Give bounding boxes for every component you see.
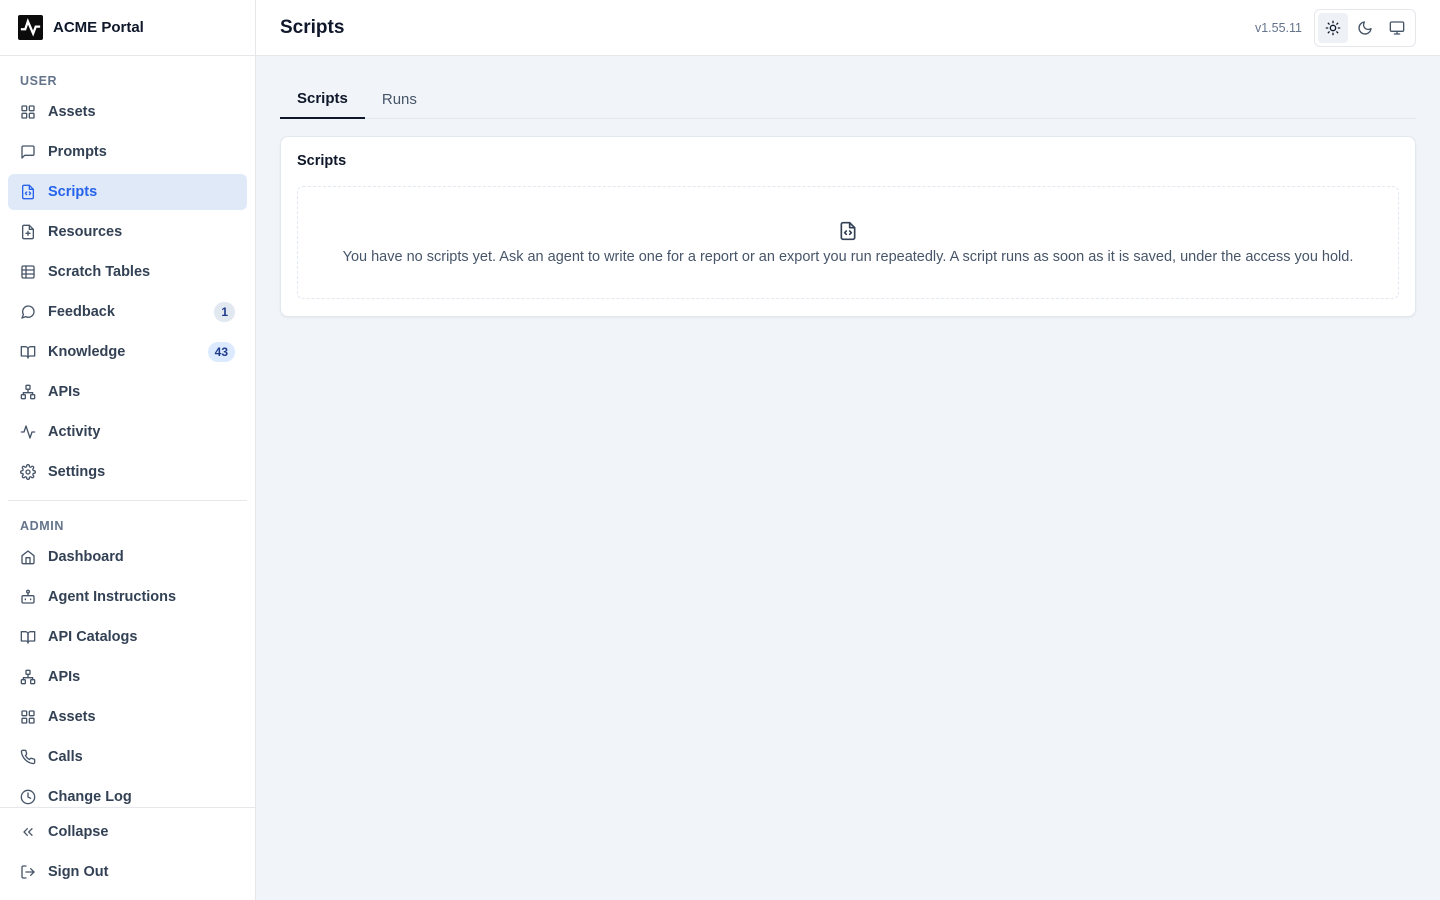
sidebar-item-label: Change Log — [48, 789, 132, 805]
chevrons-left-icon — [20, 824, 36, 840]
home-icon — [20, 549, 36, 565]
collapse-label: Collapse — [48, 824, 109, 840]
bot-icon — [20, 589, 36, 605]
sidebar-item-label: Dashboard — [48, 549, 124, 565]
sign-out-button[interactable]: Sign Out — [8, 854, 247, 890]
activity-icon — [20, 424, 36, 440]
clock-icon — [20, 789, 36, 805]
gear-icon — [20, 464, 36, 480]
version-label: v1.55.11 — [1254, 20, 1302, 35]
main-content: Scripts Runs Scripts You have no scripts… — [256, 56, 1440, 900]
sidebar-item-admin-assets[interactable]: Assets — [8, 699, 247, 735]
sun-icon — [1325, 20, 1341, 36]
card-title: Scripts — [297, 153, 347, 169]
tab-bar: Scripts Runs — [280, 80, 1416, 119]
sidebar-item-label: API Catalogs — [48, 629, 138, 645]
sidebar-nav[interactable]: USER Assets Prompts Scripts Resources Sc… — [0, 56, 255, 807]
topbar-right: v1.55.11 — [1254, 8, 1416, 47]
log-out-icon — [20, 864, 36, 880]
top-bar: Scripts v1.55.11 — [256, 0, 1440, 56]
network-icon — [20, 669, 36, 685]
sidebar-item-activity[interactable]: Activity — [8, 414, 247, 450]
file-code-icon — [838, 221, 858, 241]
sidebar-item-admin-apis[interactable]: APIs — [8, 659, 247, 695]
sidebar-item-calls[interactable]: Calls — [8, 739, 247, 775]
sidebar-item-api-catalogs[interactable]: API Catalogs — [8, 619, 247, 655]
book-open-icon — [20, 629, 36, 645]
sidebar-item-label: Calls — [48, 749, 83, 765]
sidebar: ACME Portal USER Assets Prompts Scripts … — [0, 0, 256, 900]
sidebar-item-label: Activity — [48, 424, 101, 440]
sidebar-item-dashboard[interactable]: Dashboard — [8, 539, 247, 575]
sidebar-item-label: Agent Instructions — [48, 589, 177, 605]
sidebar-item-label: Prompts — [48, 144, 107, 160]
sign-out-label: Sign Out — [48, 864, 109, 880]
sidebar-item-label: Assets — [48, 709, 96, 725]
file-plus-icon — [20, 224, 36, 240]
sidebar-item-label: Assets — [48, 104, 96, 120]
sidebar-item-feedback[interactable]: Feedback 1 — [8, 294, 247, 330]
sidebar-item-agent-instructions[interactable]: Agent Instructions — [8, 579, 247, 615]
sidebar-item-label: Feedback — [48, 304, 115, 320]
section-label-admin: ADMIN — [20, 519, 64, 533]
tab-runs[interactable]: Runs — [365, 80, 434, 118]
sidebar-item-label: Settings — [48, 464, 106, 480]
sidebar-item-resources[interactable]: Resources — [8, 214, 247, 250]
page-title: Scripts — [280, 16, 345, 38]
sidebar-item-scratch-tables[interactable]: Scratch Tables — [8, 254, 247, 290]
file-code-icon — [20, 184, 36, 200]
sidebar-item-label: Knowledge — [48, 344, 126, 360]
theme-switcher — [1314, 8, 1416, 47]
message-square-icon — [20, 144, 36, 160]
sidebar-item-label: Scratch Tables — [48, 264, 151, 280]
knowledge-count-badge: 43 — [207, 342, 235, 362]
network-icon — [20, 384, 36, 400]
tab-scripts[interactable]: Scripts — [280, 80, 365, 119]
sidebar-item-label: APIs — [48, 384, 81, 400]
grid-icon — [20, 709, 36, 725]
sidebar-item-apis[interactable]: APIs — [8, 374, 247, 410]
brand[interactable]: ACME Portal — [0, 0, 255, 56]
scripts-card: Scripts You have no scripts yet. Ask an … — [280, 136, 1416, 317]
dark-theme-button[interactable] — [1350, 13, 1380, 43]
sidebar-item-assets[interactable]: Assets — [8, 94, 247, 130]
collapse-button[interactable]: Collapse — [8, 814, 247, 850]
brand-name: ACME Portal — [53, 19, 144, 36]
sidebar-item-label: Scripts — [48, 184, 98, 200]
system-theme-button[interactable] — [1382, 13, 1412, 43]
table-icon — [20, 264, 36, 280]
message-circle-icon — [20, 304, 36, 320]
feedback-count-badge: 1 — [214, 302, 235, 322]
grid-icon — [20, 104, 36, 120]
sidebar-item-label: Resources — [48, 224, 123, 240]
empty-state-message: You have no scripts yet. Ask an agent to… — [342, 248, 1354, 265]
monitor-icon — [1389, 20, 1405, 36]
sidebar-item-change-log[interactable]: Change Log — [8, 779, 247, 807]
sidebar-item-settings[interactable]: Settings — [8, 454, 247, 490]
sidebar-footer: Collapse Sign Out — [0, 807, 255, 900]
section-label-user: USER — [20, 74, 58, 88]
sidebar-item-label: APIs — [48, 669, 81, 685]
moon-icon — [1357, 20, 1373, 36]
sidebar-item-prompts[interactable]: Prompts — [8, 134, 247, 170]
empty-state: You have no scripts yet. Ask an agent to… — [297, 186, 1399, 299]
sidebar-item-scripts[interactable]: Scripts — [8, 174, 247, 210]
light-theme-button[interactable] — [1318, 12, 1348, 43]
book-open-icon — [20, 344, 36, 360]
sidebar-item-knowledge[interactable]: Knowledge 43 — [8, 334, 247, 370]
phone-icon — [20, 749, 36, 765]
brand-logo-icon — [18, 15, 43, 40]
